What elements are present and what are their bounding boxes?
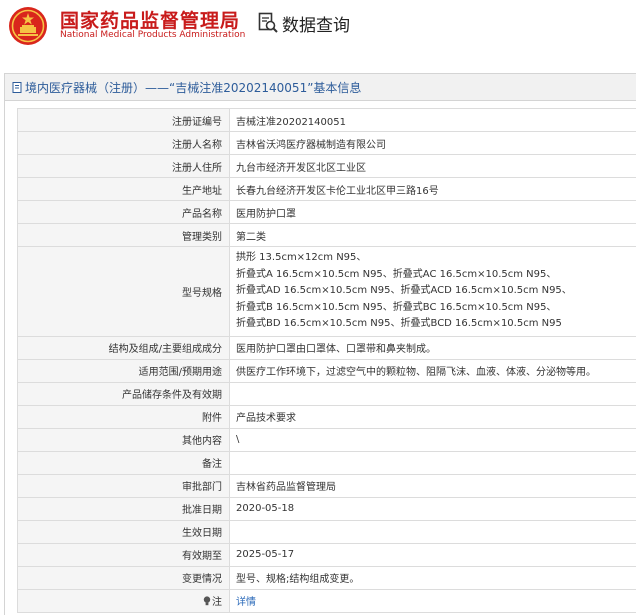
field-label: 管理类别 <box>17 223 230 247</box>
table-row: 型号规格 拱形 13.5cm×12cm N95、 折叠式A 16.5cm×10.… <box>17 246 636 337</box>
field-value: 九台市经济开发区北区工业区 <box>229 154 636 178</box>
document-search-icon <box>258 12 278 33</box>
registration-info-table: 注册证编号 吉械注准20202140051 注册人名称 吉林省沃鸿医疗器械制造有… <box>17 108 636 613</box>
field-value: 吉械注准20202140051 <box>229 108 636 132</box>
table-row: 注 详情 <box>17 588 636 613</box>
table-row: 批准日期 2020-05-18 <box>17 496 636 521</box>
data-query-label: 数据查询 <box>282 15 350 36</box>
table-row: 注册人名称 吉林省沃鸿医疗器械制造有限公司 <box>17 131 636 155</box>
model-spec-line: 折叠式B 16.5cm×10.5cm N95、折叠式BC 16.5cm×10.5… <box>236 301 557 313</box>
field-label: 产品名称 <box>17 200 230 224</box>
field-value: 吉林省药品监督管理局 <box>229 473 636 498</box>
table-row: 审批部门 吉林省药品监督管理局 <box>17 473 636 498</box>
agency-name-en: National Medical Products Administration <box>60 30 246 40</box>
field-label: 结构及组成/主要组成成分 <box>17 335 230 360</box>
field-label: 备注 <box>17 450 230 475</box>
field-value: 医用防护口罩由口罩体、口罩带和鼻夹制成。 <box>229 335 636 360</box>
field-value: 第二类 <box>229 223 636 247</box>
table-row: 管理类别 第二类 <box>17 223 636 247</box>
site-header: 国家药品监督管理局 National Medical Products Admi… <box>0 0 636 62</box>
model-spec-line: 折叠式AD 16.5cm×10.5cm N95、折叠式ACD 16.5cm×10… <box>236 285 572 297</box>
table-row: 有效期至 2025-05-17 <box>17 542 636 567</box>
field-label: 注册证编号 <box>17 108 230 132</box>
detail-panel: 境内医疗器械（注册）——“吉械注准20202140051”基本信息 注册证编号 … <box>4 73 636 615</box>
field-label-note: 注 <box>17 588 230 613</box>
panel-title: 境内医疗器械（注册）——“吉械注准20202140051”基本信息 <box>25 80 362 95</box>
panel-header: 境内医疗器械（注册）——“吉械注准20202140051”基本信息 <box>5 74 636 101</box>
model-spec-line: 折叠式A 16.5cm×10.5cm N95、折叠式AC 16.5cm×10.5… <box>236 268 557 280</box>
table-row: 产品储存条件及有效期 <box>17 381 636 406</box>
field-value: 型号、规格;结构组成变更。 <box>229 565 636 590</box>
field-label: 注册人住所 <box>17 154 230 178</box>
table-row: 生产地址 长春九台经济开发区卡伦工业北区甲三路16号 <box>17 177 636 201</box>
agency-name-cn: 国家药品监督管理局 <box>60 10 241 32</box>
note-label: 注 <box>212 597 222 609</box>
field-value <box>229 519 636 544</box>
field-label: 型号规格 <box>17 246 230 337</box>
table-row: 适用范围/预期用途 供医疗工作环境下，过滤空气中的颗粒物、阻隔飞沫、血液、体液、… <box>17 358 636 383</box>
field-label: 适用范围/预期用途 <box>17 358 230 383</box>
table-row: 变更情况 型号、规格;结构组成变更。 <box>17 565 636 590</box>
data-query-nav[interactable]: 数据查询 <box>258 10 350 36</box>
table-row: 生效日期 <box>17 519 636 544</box>
field-label: 其他内容 <box>17 427 230 452</box>
model-spec-line: 拱形 13.5cm×12cm N95、 <box>236 252 367 263</box>
details-link[interactable]: 详情 <box>236 597 256 608</box>
field-value: \ <box>229 427 636 452</box>
field-value: 长春九台经济开发区卡伦工业北区甲三路16号 <box>229 177 636 201</box>
national-emblem-icon <box>9 7 47 45</box>
table-row: 注册证编号 吉械注准20202140051 <box>17 108 636 132</box>
document-icon <box>12 81 22 93</box>
field-label: 注册人名称 <box>17 131 230 155</box>
field-label: 审批部门 <box>17 473 230 498</box>
lightbulb-icon <box>203 596 211 606</box>
table-row: 备注 <box>17 450 636 475</box>
field-label: 附件 <box>17 404 230 429</box>
field-value: 产品技术要求 <box>229 404 636 429</box>
field-label: 批准日期 <box>17 496 230 521</box>
field-value <box>229 450 636 475</box>
field-value: 2025-05-17 <box>229 542 636 567</box>
field-value: 吉林省沃鸿医疗器械制造有限公司 <box>229 131 636 155</box>
model-spec-line: 折叠式BD 16.5cm×10.5cm N95、折叠式BCD 16.5cm×10… <box>236 318 562 330</box>
field-value: 供医疗工作环境下，过滤空气中的颗粒物、阻隔飞沫、血液、体液、分泌物等用。 <box>229 358 636 383</box>
field-label: 有效期至 <box>17 542 230 567</box>
table-row: 结构及组成/主要组成成分 医用防护口罩由口罩体、口罩带和鼻夹制成。 <box>17 335 636 360</box>
field-label: 变更情况 <box>17 565 230 590</box>
table-row: 其他内容 \ <box>17 427 636 452</box>
field-value: 详情 <box>229 588 636 613</box>
field-value: 医用防护口罩 <box>229 200 636 224</box>
table-row: 产品名称 医用防护口罩 <box>17 200 636 224</box>
field-value-models: 拱形 13.5cm×12cm N95、 折叠式A 16.5cm×10.5cm N… <box>229 246 636 337</box>
field-value: 2020-05-18 <box>229 496 636 521</box>
field-label: 产品储存条件及有效期 <box>17 381 230 406</box>
field-label: 生效日期 <box>17 519 230 544</box>
field-label: 生产地址 <box>17 177 230 201</box>
table-row: 注册人住所 九台市经济开发区北区工业区 <box>17 154 636 178</box>
field-value <box>229 381 636 406</box>
table-row: 附件 产品技术要求 <box>17 404 636 429</box>
